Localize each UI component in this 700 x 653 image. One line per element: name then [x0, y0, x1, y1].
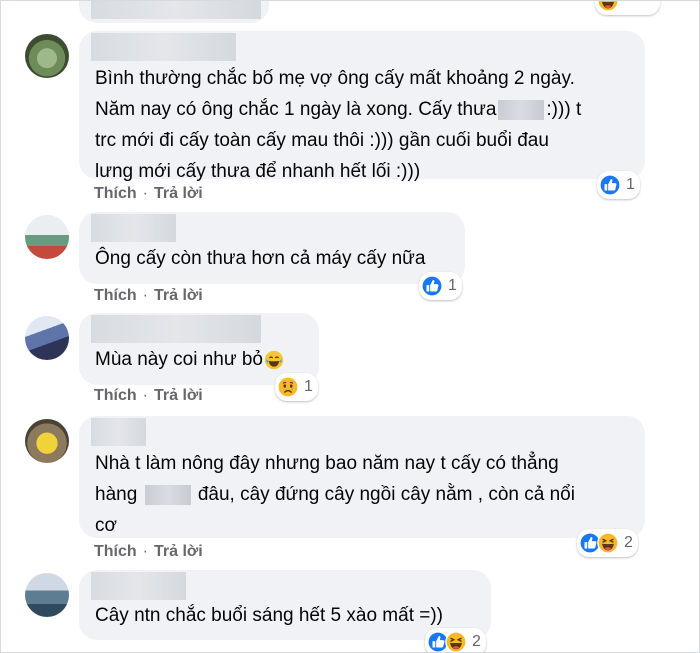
reaction-count: 1 [626, 176, 635, 193]
comment-actions: Thích · Trả lời [94, 287, 203, 304]
avatar[interactable] [25, 573, 69, 617]
comment-text: Cây ntn chắc buổi sáng hết 5 xào mất =)) [95, 605, 444, 626]
haha-icon [597, 0, 619, 12]
redacted-commenter-name[interactable] [91, 33, 236, 61]
sad-icon [277, 376, 299, 398]
previous-reaction-summary[interactable] [595, 0, 660, 15]
comment-text: Nhà t làm nông đây nhưng bao năm nay t c… [95, 453, 575, 536]
avatar[interactable] [25, 316, 69, 360]
reaction-count: 1 [304, 378, 313, 395]
avatar[interactable] [25, 419, 69, 463]
redacted-commenter-name [91, 1, 261, 19]
reaction-summary[interactable]: 2 [577, 529, 638, 557]
comment-text: Mùa này coi như bỏ [95, 344, 284, 375]
avatar[interactable] [25, 34, 69, 78]
reply-button[interactable]: Trả lời [154, 543, 203, 560]
reaction-summary[interactable]: 1 [419, 272, 462, 300]
like-button[interactable]: Thích [94, 287, 137, 304]
reaction-summary[interactable]: 1 [597, 171, 640, 199]
redacted-commenter-name[interactable] [91, 572, 186, 600]
comment-actions: Thích · Trả lời [94, 387, 203, 404]
like-icon [599, 174, 621, 196]
like-button[interactable]: Thích [94, 543, 137, 560]
reaction-count: 2 [472, 633, 481, 650]
comment-bubble: Bình thường chắc bố mẹ vợ ông cấy mất kh… [79, 31, 645, 182]
haha-icon [597, 532, 619, 554]
reply-button[interactable]: Trả lời [154, 387, 203, 404]
redacted-word [498, 99, 545, 120]
redacted-commenter-name[interactable] [91, 214, 176, 242]
haha-icon [445, 631, 467, 653]
reaction-summary[interactable]: 2 [425, 628, 486, 653]
reaction-count: 1 [448, 277, 457, 294]
comment-text: Bình thường chắc bố mẹ vợ ông cấy mất kh… [95, 68, 582, 182]
reply-button[interactable]: Trả lời [154, 287, 203, 304]
comment-text: Ông cấy còn thưa hơn cả máy cấy nữa [95, 248, 426, 269]
comment-actions: Thích · Trả lời [94, 543, 203, 560]
comment-bubble: Ông cấy còn thưa hơn cả máy cấy nữa [79, 212, 465, 284]
comment-bubble: Nhà t làm nông đây nhưng bao năm nay t c… [79, 416, 645, 538]
reaction-summary[interactable]: 1 [275, 373, 318, 401]
reaction-count: 2 [624, 534, 633, 551]
like-icon [421, 275, 443, 297]
redacted-commenter-name[interactable] [91, 315, 261, 343]
laughing-crying-emoji [264, 350, 284, 370]
avatar[interactable] [25, 215, 69, 259]
comment-actions: Thích · Trả lời [94, 185, 203, 202]
redacted-commenter-name[interactable] [91, 418, 146, 446]
like-button[interactable]: Thích [94, 185, 137, 202]
like-button[interactable]: Thích [94, 387, 137, 404]
comments-panel: Bình thường chắc bố mẹ vợ ông cấy mất kh… [0, 0, 700, 653]
reply-button[interactable]: Trả lời [154, 185, 203, 202]
redacted-word [144, 484, 191, 505]
